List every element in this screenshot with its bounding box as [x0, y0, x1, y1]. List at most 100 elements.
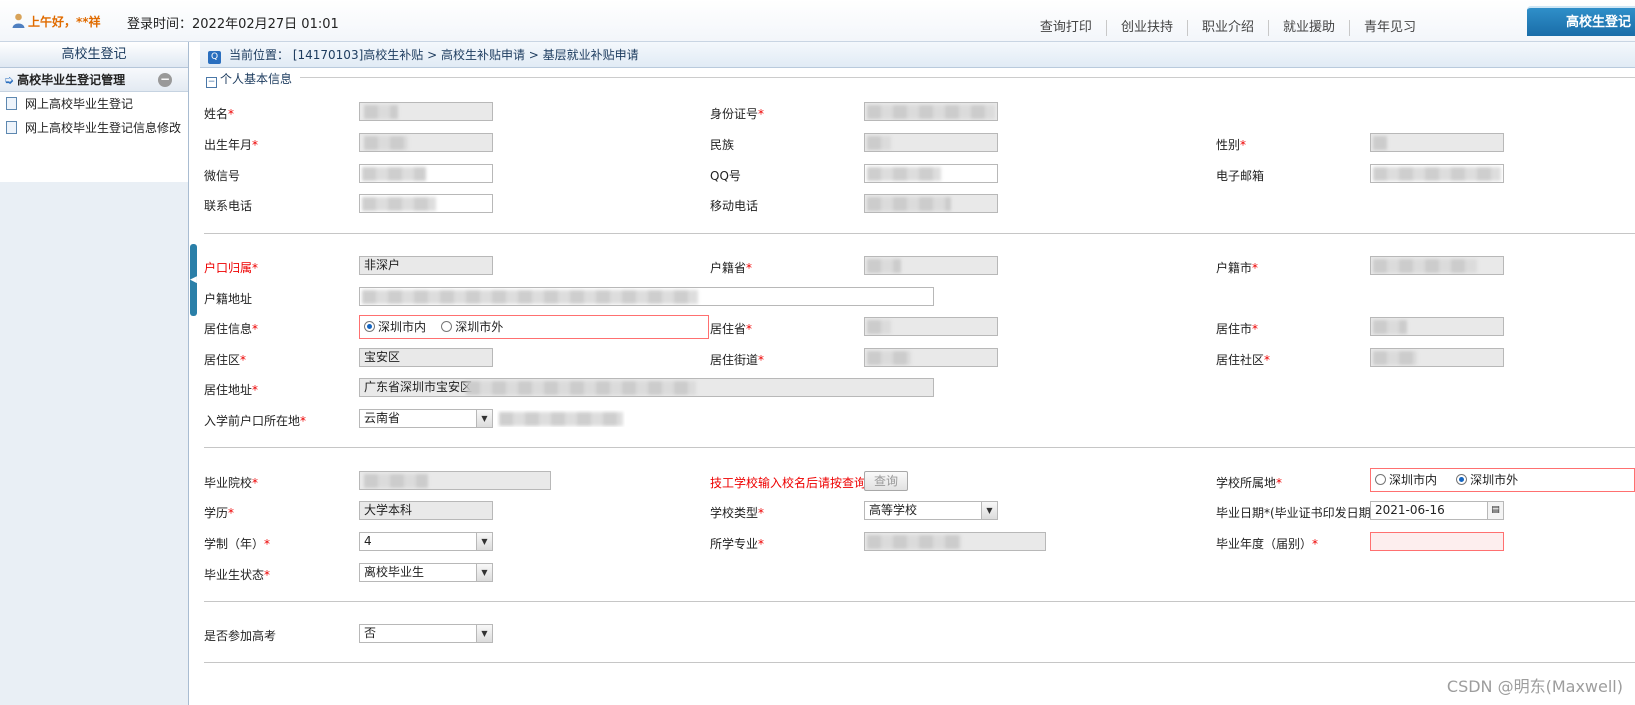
- label-grad-status: 毕业生状态*: [204, 568, 271, 582]
- greeting: 上午好，**祥: [12, 13, 101, 30]
- school-type-select[interactable]: 高等学校 ▼: [864, 501, 998, 520]
- tab-graduate-registration[interactable]: 高校生登记: [1527, 6, 1635, 36]
- label-hukou-prov: 户籍省*: [710, 261, 753, 275]
- name-field[interactable]: [359, 102, 493, 121]
- res-prov-field[interactable]: [864, 317, 998, 336]
- wechat-field[interactable]: [359, 164, 493, 183]
- sidebar-collapse-handle[interactable]: ◀: [190, 244, 197, 316]
- breadcrumb: Q 当前位置： [14170103]高校生补贴 > 高校生补贴申请 > 基层就业补…: [200, 42, 1635, 68]
- res-district-field[interactable]: 宝安区: [359, 348, 493, 367]
- dropdown-arrow-icon: ▼: [476, 625, 492, 642]
- label-school: 毕业院校*: [204, 476, 259, 490]
- birth-field[interactable]: [359, 133, 493, 152]
- fieldset-border: [300, 77, 1635, 78]
- residence-radio-group: 深圳市内 深圳市外: [359, 315, 709, 339]
- label-res-city: 居住市*: [1216, 322, 1259, 336]
- radio-checked-icon: [364, 321, 375, 332]
- label-res-prov: 居住省*: [710, 322, 753, 336]
- sidebar-item-label: 网上高校毕业生登记信息修改: [25, 121, 182, 135]
- label-res-district: 居住区*: [204, 353, 247, 367]
- login-time: 登录时间：2022年02月27日 01:01: [127, 17, 339, 32]
- hukou-type-field[interactable]: 非深户: [359, 256, 493, 275]
- phone-field[interactable]: [359, 194, 493, 213]
- label-email: 电子邮箱: [1216, 169, 1265, 183]
- divider: [204, 233, 1635, 234]
- sidebar-group[interactable]: ➭ 高校毕业生登记管理 −: [0, 68, 188, 92]
- nav-query-print[interactable]: 查询打印: [1026, 20, 1106, 36]
- hukou-addr-field[interactable]: [359, 287, 934, 306]
- search-icon: Q: [208, 51, 221, 64]
- nav-job-intro[interactable]: 职业介绍: [1186, 20, 1268, 36]
- label-mobile: 移动电话: [710, 199, 759, 213]
- label-hukou-addr: 户籍地址: [204, 292, 253, 306]
- top-nav: 查询打印 创业扶持 职业介绍 就业援助 青年见习: [1026, 20, 1430, 36]
- pre-hukou-city-field[interactable]: [496, 409, 626, 428]
- sidebar-item-label: 网上高校毕业生登记: [25, 97, 134, 111]
- radio-checked-icon: [1456, 474, 1468, 485]
- section-title[interactable]: − 个人基本信息: [206, 70, 292, 88]
- watermark: CSDN @明东(Maxwell): [1446, 677, 1623, 696]
- school-in-radio[interactable]: 深圳市内: [1375, 473, 1437, 487]
- divider: [204, 447, 1635, 448]
- label-major: 所学专业*: [710, 537, 765, 551]
- radio-unchecked-icon: [1375, 474, 1386, 485]
- mobile-field[interactable]: [864, 194, 998, 213]
- tech-school-hint: 技工学校输入校名后请按查询: [710, 476, 867, 490]
- res-out-radio[interactable]: 深圳市外: [441, 320, 503, 334]
- school-out-radio[interactable]: 深圳市外: [1456, 473, 1518, 487]
- collapse-minus-icon[interactable]: −: [158, 73, 172, 87]
- res-community-field[interactable]: [1370, 348, 1504, 367]
- dropdown-arrow-icon: ▼: [981, 502, 997, 519]
- label-id-no: 身份证号*: [710, 107, 765, 121]
- user-icon: [12, 13, 25, 28]
- hukou-prov-field[interactable]: [864, 256, 998, 275]
- label-phone: 联系电话: [204, 199, 253, 213]
- collapse-box-icon: −: [206, 77, 217, 88]
- grad-date-field[interactable]: 2021-06-16 ▤: [1370, 501, 1504, 520]
- arrow-right-icon: ➭: [4, 73, 15, 87]
- education-field[interactable]: 大学本科: [359, 501, 493, 520]
- label-res-addr: 居住地址*: [204, 383, 259, 397]
- school-field[interactable]: [359, 471, 551, 490]
- label-grad-date: 毕业日期*(毕业证书印发日期): [1216, 506, 1376, 520]
- label-wechat: 微信号: [204, 169, 241, 183]
- label-pre-hukou: 入学前户口所在地*: [204, 414, 307, 428]
- nation-field[interactable]: [864, 133, 998, 152]
- calendar-icon[interactable]: ▤: [1487, 502, 1503, 519]
- breadcrumb-text: 当前位置： [14170103]高校生补贴 > 高校生补贴申请 > 基层就业补贴…: [229, 48, 639, 62]
- res-addr-field[interactable]: 广东省深圳市宝安区: [359, 378, 934, 397]
- grad-status-select[interactable]: 离校毕业生 ▼: [359, 563, 493, 582]
- major-field[interactable]: [864, 532, 1046, 551]
- hukou-city-field[interactable]: [1370, 256, 1504, 275]
- label-hukou-city: 户籍市*: [1216, 261, 1259, 275]
- email-field[interactable]: [1370, 164, 1504, 183]
- res-in-radio[interactable]: 深圳市内: [364, 320, 426, 334]
- label-res-info: 居住信息*: [204, 322, 259, 336]
- divider: [204, 662, 1635, 663]
- label-years: 学制（年）*: [204, 537, 271, 551]
- nav-youth-internship[interactable]: 青年见习: [1348, 20, 1430, 36]
- sidebar-background: [0, 182, 188, 705]
- id-no-field[interactable]: [864, 102, 998, 121]
- query-button[interactable]: 查询: [864, 471, 908, 491]
- res-street-field[interactable]: [864, 348, 998, 367]
- label-gender: 性别*: [1216, 138, 1247, 152]
- label-nation: 民族: [710, 138, 735, 152]
- section-title-text: 个人基本信息: [220, 72, 293, 86]
- label-school-loc: 学校所属地*: [1216, 476, 1283, 490]
- grad-year-field[interactable]: [1370, 532, 1504, 551]
- school-loc-radio-group: 深圳市内 深圳市外: [1370, 468, 1635, 492]
- nav-startup-support[interactable]: 创业扶持: [1105, 20, 1187, 36]
- pre-hukou-select[interactable]: 云南省 ▼: [359, 409, 493, 428]
- res-city-field[interactable]: [1370, 317, 1504, 336]
- sidebar-item-registration-modify[interactable]: 网上高校毕业生登记信息修改: [0, 116, 188, 140]
- dropdown-arrow-icon: ▼: [476, 533, 492, 550]
- gaokao-select[interactable]: 否 ▼: [359, 624, 493, 643]
- qq-field[interactable]: [864, 164, 998, 183]
- years-select[interactable]: 4 ▼: [359, 532, 493, 551]
- gender-field[interactable]: [1370, 133, 1504, 152]
- nav-employment-aid[interactable]: 就业援助: [1267, 20, 1349, 36]
- main-content: Q 当前位置： [14170103]高校生补贴 > 高校生补贴申请 > 基层就业补…: [200, 42, 1635, 705]
- label-hukou-type: 户口归属*: [204, 261, 259, 275]
- sidebar-item-online-registration[interactable]: 网上高校毕业生登记: [0, 92, 188, 116]
